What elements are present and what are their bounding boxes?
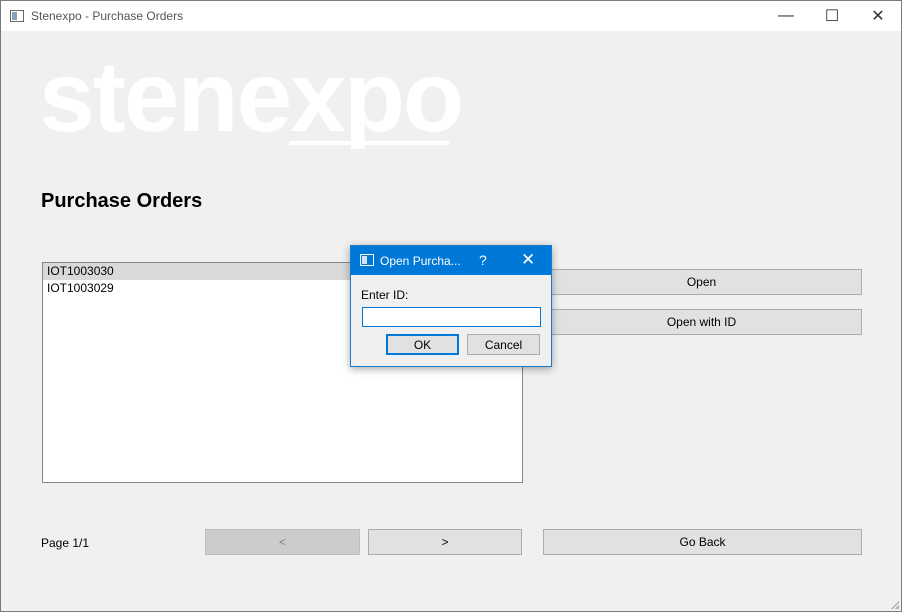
stenexpo-logo: stenexpo xyxy=(39,41,464,149)
close-button[interactable]: ✕ xyxy=(855,1,901,31)
next-page-button[interactable]: > xyxy=(368,529,522,555)
page-indicator: Page 1/1 xyxy=(41,536,90,550)
minimize-button[interactable]: — xyxy=(763,1,809,31)
window-title: Stenexpo - Purchase Orders xyxy=(31,9,184,23)
logo-text: stenexpo xyxy=(39,41,462,149)
previous-page-button[interactable]: < xyxy=(205,529,360,555)
dialog-title-bar: Open Purcha... ? ✕ xyxy=(351,246,551,275)
go-back-button[interactable]: Go Back xyxy=(543,529,862,555)
open-with-id-button[interactable]: Open with ID xyxy=(541,309,862,335)
open-button[interactable]: Open xyxy=(541,269,862,295)
resize-grip[interactable] xyxy=(889,599,899,609)
cancel-button[interactable]: Cancel xyxy=(467,334,540,355)
page-title: Purchase Orders xyxy=(41,190,203,212)
enter-id-label: Enter ID: xyxy=(361,288,409,302)
help-icon[interactable]: ? xyxy=(479,252,487,268)
open-purchase-order-dialog: Open Purcha... ? ✕ Enter ID: OK Cancel xyxy=(350,245,552,367)
dialog-close-icon[interactable]: ✕ xyxy=(521,250,535,270)
app-icon xyxy=(10,10,24,22)
dialog-app-icon xyxy=(360,254,374,266)
ok-button[interactable]: OK xyxy=(386,334,459,355)
dialog-title: Open Purcha... xyxy=(380,254,461,268)
id-input[interactable] xyxy=(362,307,541,327)
maximize-button[interactable]: ☐ xyxy=(809,1,855,31)
title-bar: Stenexpo - Purchase Orders — ☐ ✕ xyxy=(1,1,901,31)
